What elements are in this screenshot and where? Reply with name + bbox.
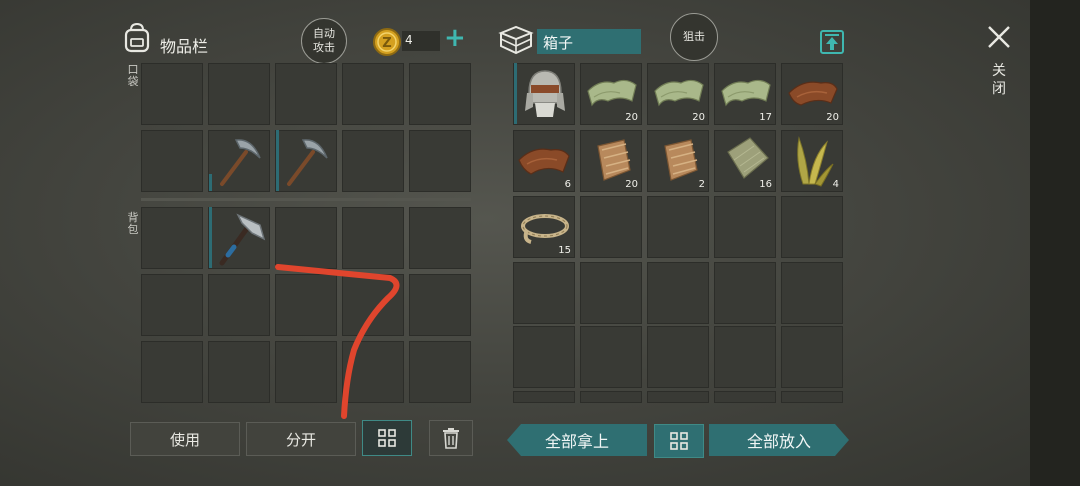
section-divider xyxy=(141,198,471,201)
chest-slot[interactable]: 20 xyxy=(580,63,642,125)
grid-icon xyxy=(378,429,396,447)
item-quantity: 20 xyxy=(826,112,839,123)
chest-slot[interactable] xyxy=(513,391,575,403)
coin-counter: Z 4 + xyxy=(372,23,472,56)
pocket-label: 口 袋 xyxy=(127,64,139,88)
pickaxe-icon xyxy=(287,139,328,186)
inventory-slot[interactable] xyxy=(409,274,471,336)
chest-slot[interactable] xyxy=(647,391,709,403)
chest-slot[interactable] xyxy=(781,262,843,324)
inventory-slot[interactable] xyxy=(409,63,471,125)
add-coins-button[interactable]: + xyxy=(444,23,466,53)
inventory-slot[interactable] xyxy=(342,63,404,125)
coin-count: 4 xyxy=(405,33,413,47)
inventory-slot[interactable] xyxy=(141,207,203,269)
backpack-label-2: 包 xyxy=(127,223,139,236)
sort-chest-button[interactable] xyxy=(654,424,704,458)
inventory-slot[interactable] xyxy=(141,341,203,403)
inventory-slot[interactable] xyxy=(141,274,203,336)
container-name-field[interactable]: 箱子 xyxy=(537,29,641,54)
chest-slot[interactable]: 20 xyxy=(580,130,642,192)
inventory-title: 物品栏 xyxy=(160,37,209,56)
svg-text:Z: Z xyxy=(382,36,391,51)
item-quantity: 15 xyxy=(558,245,571,256)
trash-button[interactable] xyxy=(429,420,473,456)
fur-hat-icon xyxy=(525,70,565,117)
inventory-slot[interactable] xyxy=(208,341,270,403)
handwritten-annotation xyxy=(275,264,400,419)
snipe-button[interactable]: 狙击 xyxy=(670,13,718,61)
item-quantity: 20 xyxy=(692,112,705,123)
inventory-slot[interactable] xyxy=(409,130,471,192)
hatchet-icon xyxy=(219,213,266,266)
chest-slot[interactable] xyxy=(714,262,776,324)
use-button[interactable]: 使用 xyxy=(130,422,240,456)
coin-icon: Z xyxy=(373,28,401,56)
chest-slot[interactable]: 15 xyxy=(513,196,575,258)
chest-slot[interactable]: 16 xyxy=(714,130,776,192)
auto-attack-label-1: 自动 xyxy=(313,27,335,40)
backpack-icon xyxy=(124,22,150,53)
chest-slot[interactable] xyxy=(580,391,642,403)
take-all-button[interactable]: 全部拿上 xyxy=(507,424,647,456)
inventory-slot[interactable] xyxy=(409,207,471,269)
inventory-slot[interactable] xyxy=(208,63,270,125)
item-quantity: 4 xyxy=(832,179,839,190)
inventory-slot[interactable] xyxy=(342,130,404,192)
trash-icon xyxy=(443,428,459,449)
chest-slot[interactable] xyxy=(781,196,843,258)
split-button[interactable]: 分开 xyxy=(246,422,356,456)
sort-inventory-button[interactable] xyxy=(362,420,412,456)
auto-attack-button[interactable]: 自动 攻击 xyxy=(301,18,347,64)
chest-slot[interactable]: 4 xyxy=(781,130,843,192)
inventory-slot[interactable] xyxy=(409,341,471,403)
auto-attack-label-2: 攻击 xyxy=(313,41,335,54)
pocket-label-2: 袋 xyxy=(127,75,139,88)
put-all-button[interactable]: 全部放入 xyxy=(709,424,849,456)
item-quantity: 20 xyxy=(625,112,638,123)
upload-icon[interactable] xyxy=(819,29,845,55)
inventory-slot[interactable] xyxy=(208,130,270,192)
inventory-slot[interactable] xyxy=(208,207,270,269)
box-icon xyxy=(498,25,534,55)
chest-slot[interactable] xyxy=(714,326,776,388)
chest-slot[interactable]: 6 xyxy=(513,130,575,192)
chest-slot[interactable] xyxy=(580,326,642,388)
container-name: 箱子 xyxy=(543,34,574,52)
chest-slot[interactable] xyxy=(647,326,709,388)
chest-slot[interactable] xyxy=(781,391,843,403)
chest-slot[interactable]: 2 xyxy=(647,130,709,192)
grid-icon xyxy=(670,432,688,450)
chest-slot[interactable] xyxy=(513,326,575,388)
chest-slot[interactable] xyxy=(513,63,575,125)
inventory-slot[interactable] xyxy=(275,63,337,125)
close-icon[interactable] xyxy=(986,24,1012,50)
item-quantity: 6 xyxy=(564,179,571,190)
item-quantity: 20 xyxy=(625,179,638,190)
item-quantity: 17 xyxy=(759,112,772,123)
chest-slot[interactable]: 17 xyxy=(714,63,776,125)
chest-slot[interactable] xyxy=(714,196,776,258)
inventory-slot[interactable] xyxy=(208,274,270,336)
inventory-slot[interactable] xyxy=(141,63,203,125)
close-label-1: 关 xyxy=(992,63,1006,79)
chest-slot[interactable] xyxy=(580,196,642,258)
item-quantity: 2 xyxy=(698,179,705,190)
inventory-slot[interactable] xyxy=(275,130,337,192)
right-side-strip xyxy=(1030,0,1080,486)
item-quantity: 16 xyxy=(759,179,772,190)
pickaxe-icon xyxy=(220,139,261,186)
chest-slot[interactable] xyxy=(647,196,709,258)
chest-slot[interactable]: 20 xyxy=(647,63,709,125)
chest-slot[interactable]: 20 xyxy=(781,63,843,125)
backpack-label: 背 包 xyxy=(127,212,139,236)
chest-slot[interactable] xyxy=(580,262,642,324)
chest-slot[interactable] xyxy=(781,326,843,388)
inventory-slot[interactable] xyxy=(141,130,203,192)
close-label[interactable]: 关 闭 xyxy=(991,62,1007,98)
chest-slot[interactable] xyxy=(714,391,776,403)
chest-slot[interactable] xyxy=(647,262,709,324)
chest-slot[interactable] xyxy=(513,262,575,324)
close-label-2: 闭 xyxy=(992,81,1006,97)
